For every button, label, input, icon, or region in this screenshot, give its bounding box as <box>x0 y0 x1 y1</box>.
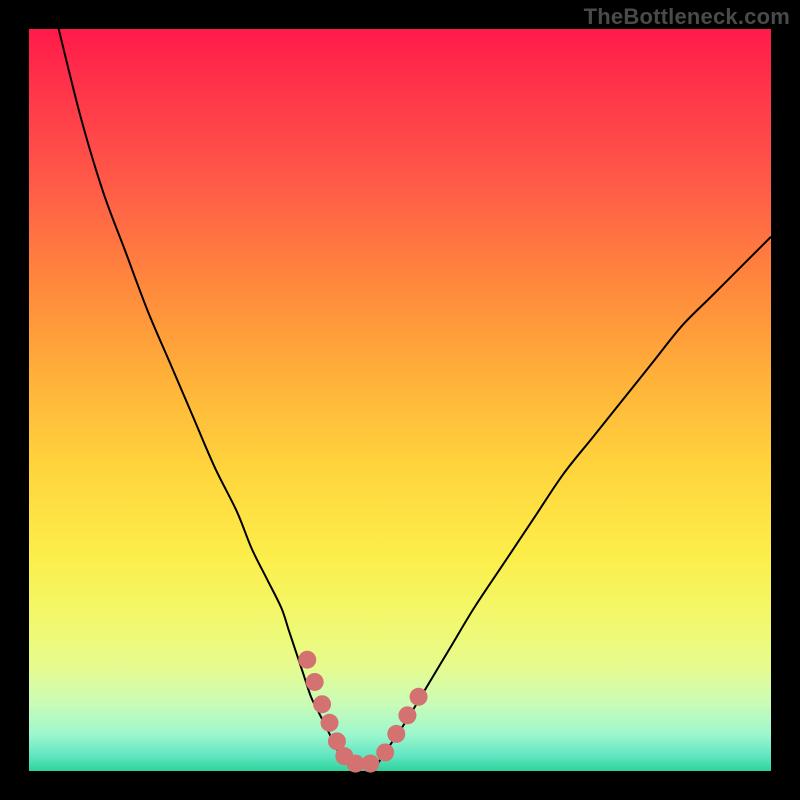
highlight-dot <box>398 706 416 724</box>
highlight-dot <box>313 695 331 713</box>
right-curve <box>378 237 771 764</box>
chart-frame: TheBottleneck.com <box>0 0 800 800</box>
highlight-dot <box>361 755 379 773</box>
highlight-dot <box>321 714 339 732</box>
plot-area <box>29 29 771 771</box>
highlight-dots <box>298 651 427 773</box>
highlight-dot <box>298 651 316 669</box>
highlight-dot <box>387 725 405 743</box>
highlight-dot <box>306 673 324 691</box>
watermark-text: TheBottleneck.com <box>584 4 790 30</box>
highlight-dot <box>376 743 394 761</box>
chart-svg <box>29 29 771 771</box>
highlight-dot <box>410 688 428 706</box>
